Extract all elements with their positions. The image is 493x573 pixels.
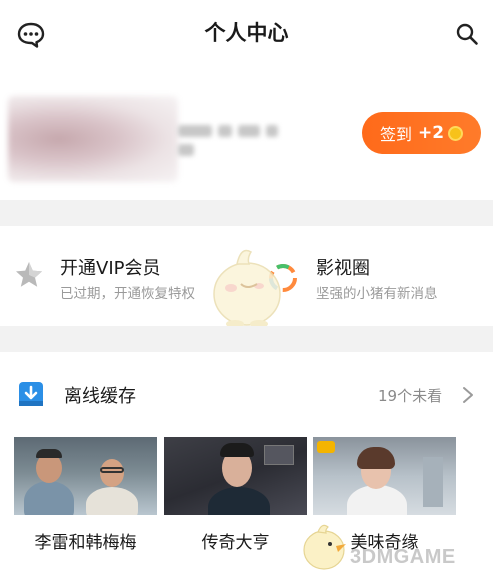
circle-subtitle: 坚强的小猪有新消息 xyxy=(316,286,438,302)
section-divider xyxy=(0,326,493,352)
signin-button[interactable]: 签到 +2 xyxy=(362,112,481,154)
video-thumbnail[interactable] xyxy=(14,437,157,515)
vip-subtitle: 已过期，开通恢复特权 xyxy=(60,286,195,302)
section-divider xyxy=(0,200,493,226)
offline-cache-section: 离线缓存 19个未看 李雷和韩梅梅 传奇大亨 美味奇缘 xyxy=(0,352,493,573)
coin-icon xyxy=(448,125,464,141)
offline-cache-title: 离线缓存 xyxy=(64,386,136,407)
star-icon xyxy=(16,262,42,287)
video-thumbnail[interactable] xyxy=(164,437,307,515)
username-obscured xyxy=(178,120,294,156)
page-title: 个人中心 xyxy=(204,21,289,45)
download-icon xyxy=(19,382,43,406)
vip-entry[interactable]: 开通VIP会员 已过期，开通恢复特权 xyxy=(0,226,240,326)
avatar[interactable] xyxy=(8,96,178,182)
chevron-right-icon[interactable] xyxy=(462,386,474,404)
video-title[interactable]: 美味奇缘 xyxy=(313,528,456,553)
mascot-watermark-icon xyxy=(213,249,281,328)
profile-section: 签到 +2 xyxy=(0,66,493,200)
signin-reward: +2 xyxy=(417,123,445,143)
vip-title: 开通VIP会员 xyxy=(60,258,161,279)
channel-logo-icon xyxy=(317,441,335,453)
video-thumbnail[interactable] xyxy=(313,437,456,515)
circle-title: 影视圈 xyxy=(316,258,370,279)
top-bar: 个人中心 xyxy=(0,0,493,66)
video-title[interactable]: 传奇大亨 xyxy=(164,528,307,553)
search-icon[interactable] xyxy=(455,22,479,46)
video-title[interactable]: 李雷和韩梅梅 xyxy=(14,528,157,553)
signin-label: 签到 xyxy=(379,125,412,144)
unwatched-count[interactable]: 19个未看 xyxy=(378,385,442,406)
